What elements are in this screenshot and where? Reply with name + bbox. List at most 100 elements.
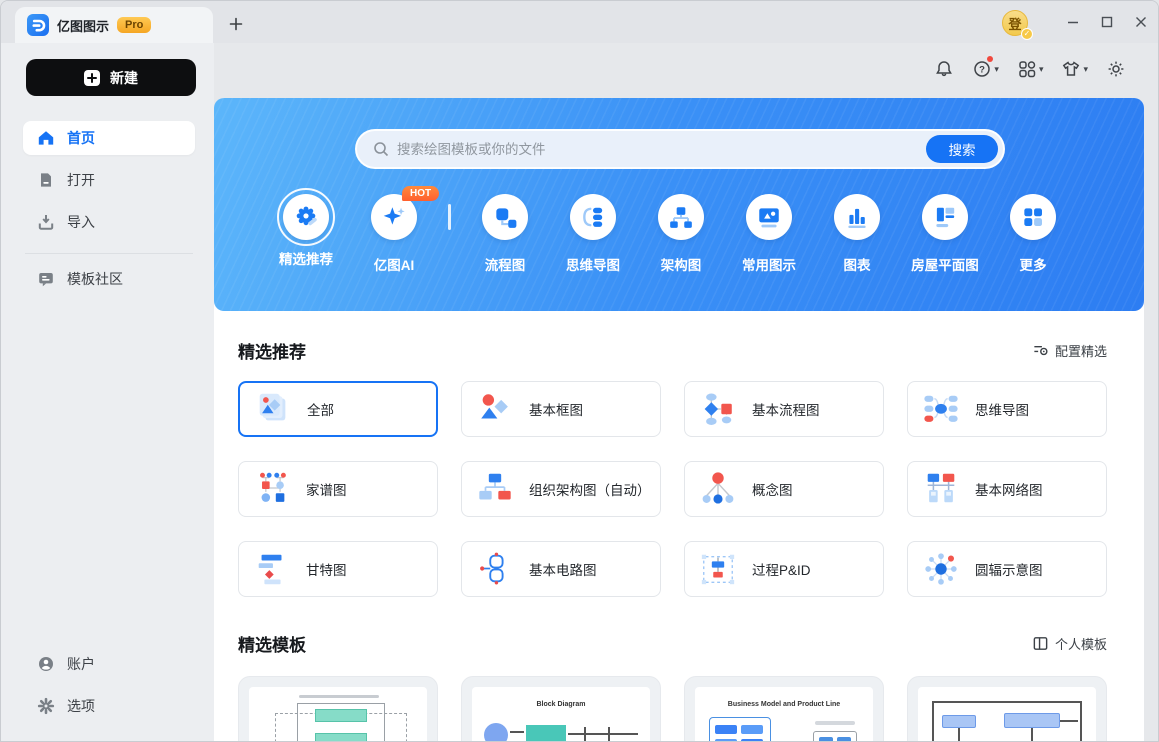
process-pid-icon [699,550,737,588]
card-radial-diagram[interactable]: 圆辐示意图 [907,541,1107,597]
template-thumbnail[interactable] [238,676,438,742]
card-org-chart-auto[interactable]: 组织架构图（自动） [461,461,661,517]
featured-card-grid: 全部 基本框图 基本流程图 [238,381,1107,597]
gear-icon [1106,59,1126,79]
notifications-button[interactable] [932,57,956,81]
chevron-down-icon: ▾ [1039,64,1044,75]
shapes-image-icon [756,204,782,230]
ai-sparkle-icon [381,204,407,230]
configure-featured-button[interactable]: 配置精选 [1032,341,1107,360]
category-more[interactable]: 更多 [989,194,1077,274]
card-basic-frame[interactable]: 基本框图 [461,381,661,437]
thumbnail-title: Business Model and Product Line [695,701,873,708]
layout-icon [1032,635,1049,652]
sidebar-item-home[interactable]: 首页 [23,121,195,155]
selected-ring [277,188,335,246]
account-icon [37,655,55,673]
concept-map-icon [699,470,737,508]
card-process-pid[interactable]: 过程P&ID [684,541,884,597]
sidebar: 新建 首页 打开 导入 [1,43,214,741]
search-input[interactable] [397,142,926,157]
basic-frame-icon [476,390,514,428]
thumbnail-title: Block Diagram [472,701,650,708]
templates-section-header: 精选模板 个人模板 [238,631,1107,656]
featured-section-header: 精选推荐 配置精选 [238,338,1107,363]
card-concept-map[interactable]: 概念图 [684,461,884,517]
personal-templates-button[interactable]: 个人模板 [1032,634,1107,653]
hero-banner: 搜索 精选推荐 HOT [214,98,1144,311]
user-avatar[interactable]: 登 ✓ [1002,10,1030,38]
plus-icon [84,70,100,86]
card-basic-circuit[interactable]: 基本电路图 [461,541,661,597]
mindmap-icon [580,204,606,230]
category-common-diagrams[interactable]: 常用图示 [725,194,813,274]
new-document-button[interactable]: 新建 [26,59,196,96]
category-architecture[interactable]: 架构图 [637,194,725,274]
apps-button[interactable]: ▾ [1015,57,1046,81]
notification-dot [987,56,993,62]
window-controls [1056,1,1158,43]
sidebar-item-template-community[interactable]: 模板社区 [23,262,195,296]
category-floor-plan[interactable]: 房屋平面图 [901,194,989,274]
category-edraw-ai[interactable]: HOT 亿图AI [350,194,438,274]
minimize-button[interactable] [1056,7,1090,37]
app-window: 亿图图示 Pro 登 ✓ [0,0,1159,742]
search-bar[interactable]: 搜索 [355,129,1005,169]
sidebar-item-import[interactable]: 导入 [23,205,195,239]
new-tab-button[interactable] [225,13,247,35]
basic-flowchart-icon [699,390,737,428]
category-charts[interactable]: 图表 [813,194,901,274]
basic-network-icon [922,470,960,508]
maximize-button[interactable] [1090,7,1124,37]
floor-plan-icon [932,204,958,230]
avatar-verified-icon: ✓ [1021,28,1033,40]
card-basic-network[interactable]: 基本网络图 [907,461,1107,517]
card-mindmap[interactable]: 思维导图 [907,381,1107,437]
sidebar-nav: 首页 打开 导入 模板社区 [23,113,195,296]
app-title: 亿图图示 [57,16,109,35]
template-thumbnail[interactable]: Business Model and Product Line [684,676,884,742]
configure-icon [1032,342,1049,359]
category-featured[interactable]: 精选推荐 [262,194,350,268]
search-icon [373,141,389,157]
import-icon [37,213,55,231]
category-mindmap[interactable]: 思维导图 [549,194,637,274]
help-button[interactable]: ? ▾ [970,57,1001,81]
sidebar-divider [25,253,193,254]
apps-grid-icon [1017,59,1037,79]
svg-text:?: ? [980,65,986,76]
app-logo-icon [27,14,49,36]
card-all-templates[interactable]: 全部 [238,381,438,437]
category-flowchart[interactable]: 流程图 [461,194,549,274]
radial-diagram-icon [922,550,960,588]
help-icon: ? [972,59,992,79]
plus-icon [229,17,243,31]
hot-badge: HOT [402,186,439,201]
bar-chart-icon [844,204,870,230]
category-row: 精选推荐 HOT 亿图AI [262,194,1077,274]
open-file-icon [37,171,55,189]
featured-title: 精选推荐 [238,338,306,363]
sidebar-item-account[interactable]: 账户 [23,647,195,681]
top-toolbar: ? ▾ ▾ ▾ [932,57,1128,81]
card-gantt[interactable]: 甘特图 [238,541,438,597]
more-grid-icon [1020,204,1046,230]
sidebar-footer: 账户 选项 [23,639,195,723]
sidebar-item-options[interactable]: 选项 [23,689,195,723]
settings-button[interactable] [1104,57,1128,81]
sidebar-item-open[interactable]: 打开 [23,163,195,197]
org-chart-auto-icon [476,470,514,508]
theme-button[interactable]: ▾ [1059,57,1090,81]
template-thumbnail[interactable]: Block Diagram [461,676,661,742]
card-family-tree[interactable]: 家谱图 [238,461,438,517]
org-structure-icon [668,204,694,230]
template-thumbnail[interactable] [907,676,1107,742]
basic-circuit-icon [476,550,514,588]
app-tab[interactable]: 亿图图示 Pro [15,7,213,43]
close-button[interactable] [1124,7,1158,37]
search-button[interactable]: 搜索 [926,135,998,163]
card-basic-flowchart[interactable]: 基本流程图 [684,381,884,437]
template-thumbnails: Block Diagram Business Model and Product… [238,676,1107,742]
chevron-down-icon: ▾ [1083,64,1088,75]
chevron-down-icon: ▾ [994,64,999,75]
